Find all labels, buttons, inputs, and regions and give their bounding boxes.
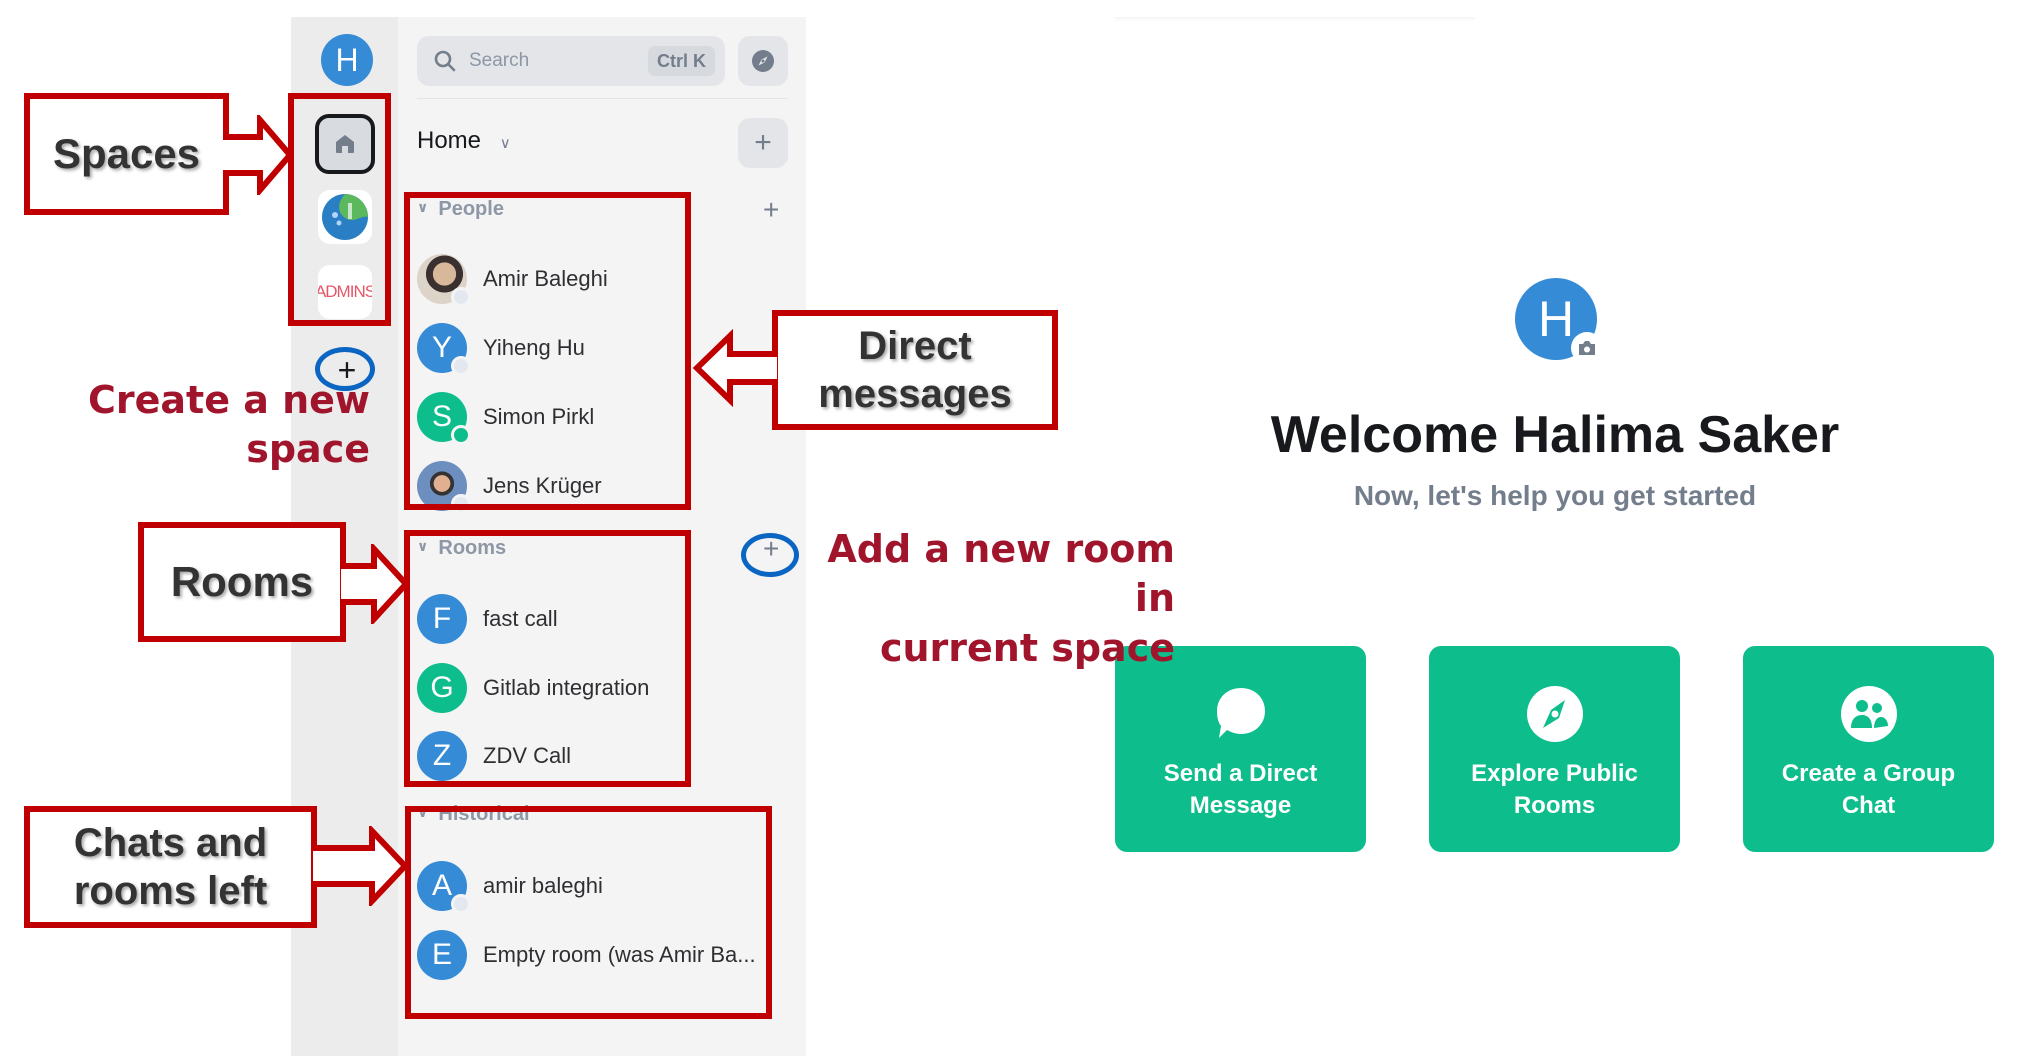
user-avatar[interactable]: H — [321, 34, 373, 86]
card-label-line1: Create a Group — [1781, 760, 1956, 787]
card-label-line1: Send a Direct — [1163, 760, 1318, 787]
label-add-room-line1: Add a new room in — [827, 527, 1175, 621]
callout-dm-text: Direct messages — [818, 322, 1011, 418]
card-label-line1: Explore Public — [1471, 760, 1638, 787]
highlight-rooms — [404, 530, 691, 787]
callout-chats-line2: rooms left — [73, 869, 268, 913]
create-group-chat-button[interactable]: Create a Group Chat — [1743, 646, 1994, 852]
top-shadow — [1115, 17, 1475, 21]
callout-arrow-chats-left — [313, 826, 410, 906]
label-add-room: Add a new room in current space — [790, 525, 1175, 673]
callout-chats-text: Chats and rooms left — [74, 819, 267, 915]
send-direct-message-button[interactable]: Send a Direct Message — [1115, 646, 1366, 852]
chat-bubble-icon — [1216, 688, 1265, 738]
callout-chats-left: Chats and rooms left — [24, 806, 317, 928]
welcome-avatar-initial: H — [1537, 291, 1575, 347]
callout-arrow-rooms — [341, 544, 410, 624]
plus-icon: + — [754, 126, 772, 159]
group-icon — [1840, 686, 1897, 742]
callout-arrow-spaces — [223, 115, 294, 195]
highlight-people — [404, 192, 691, 510]
chevron-down-icon: ∨ — [499, 135, 511, 152]
callout-spaces: Spaces — [24, 93, 229, 215]
label-create-space-line1: Create a new — [87, 378, 370, 422]
start-chat-button[interactable]: + — [763, 196, 779, 224]
highlight-historical — [405, 806, 772, 1019]
add-room-button[interactable]: + — [738, 118, 788, 168]
search-input[interactable]: Search Ctrl K — [417, 36, 725, 86]
welcome-subtitle: Now, let's help you get started — [1353, 480, 1757, 511]
room-list-title: Home — [417, 127, 482, 154]
label-create-space-line2: space — [246, 427, 370, 472]
compass-icon — [752, 50, 774, 72]
card-label-line2: Chat — [1841, 792, 1896, 820]
search-icon — [434, 50, 456, 72]
welcome-title: Welcome Halima Saker — [1270, 406, 1840, 464]
callout-spaces-text: Spaces — [52, 130, 201, 177]
compass-icon — [1526, 686, 1583, 742]
callout-direct-messages: Direct messages — [772, 310, 1058, 430]
callout-chats-line1: Chats and — [73, 821, 268, 865]
explore-rooms-button[interactable] — [738, 36, 788, 86]
search-shortcut-badge: Ctrl K — [648, 46, 715, 76]
search-placeholder: Search — [469, 50, 530, 71]
highlight-spaces — [288, 93, 391, 326]
camera-icon — [1571, 332, 1603, 364]
card-label-line2: Message — [1189, 792, 1292, 820]
divider — [417, 98, 788, 99]
home-dropdown[interactable]: Home ∨ — [417, 127, 511, 155]
label-add-room-line2: current space — [879, 625, 1175, 670]
explore-public-rooms-button[interactable]: Explore Public Rooms — [1429, 646, 1680, 852]
callout-dm-line2: messages — [818, 372, 1012, 416]
callout-arrow-direct-messages — [692, 328, 777, 408]
card-label-line2: Rooms — [1513, 792, 1596, 820]
callout-rooms-text: Rooms — [170, 558, 314, 605]
user-avatar-initial: H — [335, 41, 359, 78]
callout-dm-line1: Direct — [858, 324, 972, 368]
label-create-new-space: Create a new space — [80, 376, 370, 475]
callout-rooms: Rooms — [138, 522, 346, 642]
welcome-avatar[interactable]: H — [1515, 278, 1603, 364]
